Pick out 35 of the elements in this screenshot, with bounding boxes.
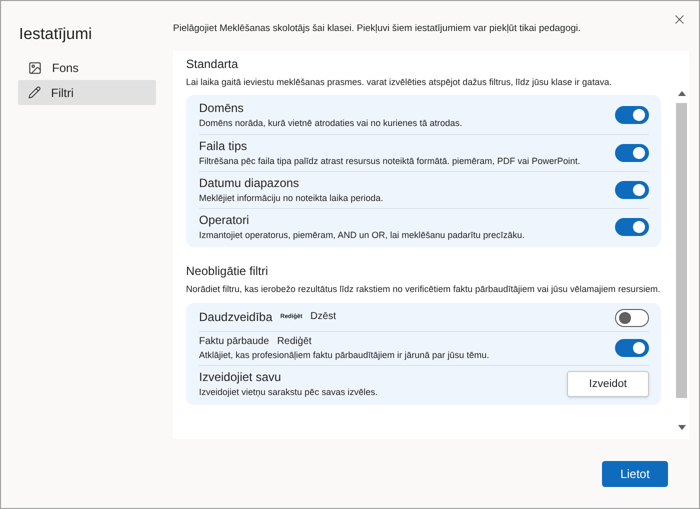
- filter-title: Faila tips: [199, 138, 248, 154]
- filter-description: Meklējiet informāciju no noteikta laika perioda.: [199, 192, 384, 204]
- section-title: Standarta: [186, 57, 240, 72]
- pencil-icon: [28, 86, 41, 99]
- filter-title: Domēns: [199, 101, 244, 116]
- filter-title: Daudzveidība: [199, 310, 272, 325]
- apply-button[interactable]: Lietot: [602, 460, 668, 486]
- section-description: Lai laika gaitā ieviestu meklēšanas prasmes. varat izvēlēties atspējot dažus filtrus, līdz jūsu klase ir gatava.: [186, 77, 613, 88]
- filter-description: Izveidojiet vietņu sarakstu pēc savas izvēles.: [199, 387, 378, 398]
- toggle-switch[interactable]: [615, 144, 649, 162]
- section-title: Neobligātie filtri: [186, 264, 270, 280]
- scroll-down-icon[interactable]: [678, 425, 686, 430]
- toggle-switch[interactable]: [615, 308, 649, 326]
- create-button[interactable]: Izveidot: [567, 371, 649, 398]
- action-link[interactable]: Dzēst: [310, 311, 336, 324]
- sidebar-item[interactable]: Filtri: [18, 80, 156, 105]
- image-icon: [28, 60, 42, 74]
- filter-description: Izmantojiet operatorus, piemēram, AND un OR, lai meklēšanu padarītu precīzāku.: [199, 230, 525, 242]
- filter-title: Datumu diapazons: [199, 176, 300, 191]
- section-description: Norādiet filtru, kas ierobežo rezultātus līdz rakstiem no verificētiem faktu pārbaudītājiem vai jūsu vēlamajiem resursiem.: [186, 284, 661, 296]
- sidebar-item[interactable]: Fons: [18, 55, 156, 80]
- filter-title: Operatori: [199, 213, 250, 228]
- sidebar-title: Iestatījumi: [18, 25, 93, 45]
- filter-description: Atklājiet, kas profesionāļiem faktu pārbaudītājiem ir jārunā par jūsu tēmu.: [199, 350, 490, 362]
- filter-description: Domēns norāda, kurā vietnē atrodaties vai no kurienes tā atrodas.: [199, 118, 462, 130]
- intro-text: Pielāgojiet Meklēšanas skolotājs šai klasei. Piekļuvi šiem iestatījumiem var piekļūt tikai pedagogi.: [173, 22, 581, 36]
- toggle-switch[interactable]: [615, 218, 649, 236]
- filter-title: Faktu pārbaude: [199, 336, 270, 348]
- toggle-switch[interactable]: [615, 180, 649, 199]
- toggle-switch[interactable]: [615, 106, 649, 124]
- action-link[interactable]: Rediģēt: [277, 336, 312, 348]
- toggle-switch[interactable]: [615, 339, 649, 358]
- filter-description: Filtrēšana pēc faila tipa palīdz atrast resursus noteiktā formātā. piemēram, PDF vai PowerPoint.: [199, 156, 580, 167]
- filter-title: Izveidojiet savu: [199, 370, 282, 386]
- scroll-up-icon[interactable]: [678, 91, 686, 96]
